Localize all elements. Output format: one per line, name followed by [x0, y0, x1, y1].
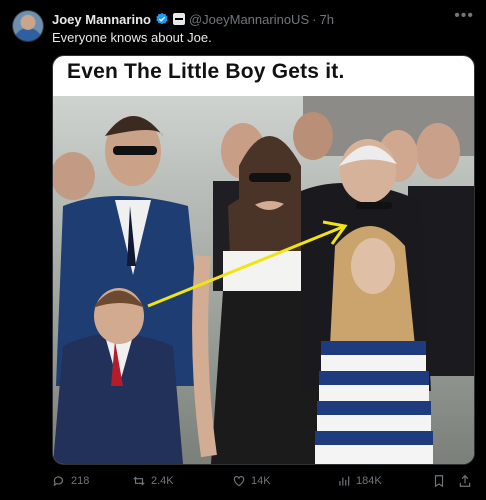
avatar[interactable] — [12, 10, 44, 42]
like-icon — [233, 476, 245, 487]
reply-icon — [53, 476, 64, 487]
verified-badge-icon[interactable] — [155, 12, 169, 26]
views-icon — [339, 476, 350, 486]
bookmark-button[interactable] — [432, 474, 446, 488]
meme-photo — [53, 96, 474, 464]
retweet-icon — [133, 476, 145, 486]
like-button[interactable]: 14K — [232, 474, 271, 488]
tweet-text: Everyone knows about Joe. — [52, 30, 212, 45]
bookmark-icon — [434, 475, 444, 488]
separator-dot: · — [312, 11, 317, 27]
share-icon — [459, 474, 471, 487]
share-button[interactable] — [458, 474, 472, 488]
more-icon[interactable]: ••• — [454, 7, 474, 25]
affiliate-badge-icon[interactable] — [172, 13, 185, 25]
author-handle[interactable]: @JoeyMannarinoUS — [189, 12, 309, 27]
action-bar: 218 2.4K 14K 184K — [52, 474, 474, 492]
view-count: 184K — [356, 475, 382, 487]
tweet-header: Joey Mannarino @JoeyMannarinoUS · 7h — [52, 10, 474, 28]
author-name[interactable]: Joey Mannarino — [52, 12, 151, 27]
reply-count: 218 — [71, 475, 90, 487]
retweet-count: 2.4K — [151, 475, 174, 487]
image-caption: Even The Little Boy Gets it. — [67, 60, 345, 83]
retweet-button[interactable]: 2.4K — [132, 474, 174, 488]
tweet[interactable]: Joey Mannarino @JoeyMannarinoUS · 7h •••… — [0, 0, 486, 500]
timestamp[interactable]: 7h — [319, 12, 333, 27]
views-button[interactable]: 184K — [337, 474, 382, 488]
like-count: 14K — [251, 475, 271, 487]
reply-button[interactable]: 218 — [52, 474, 89, 488]
tweet-image[interactable]: Even The Little Boy Gets it. — [52, 55, 475, 465]
